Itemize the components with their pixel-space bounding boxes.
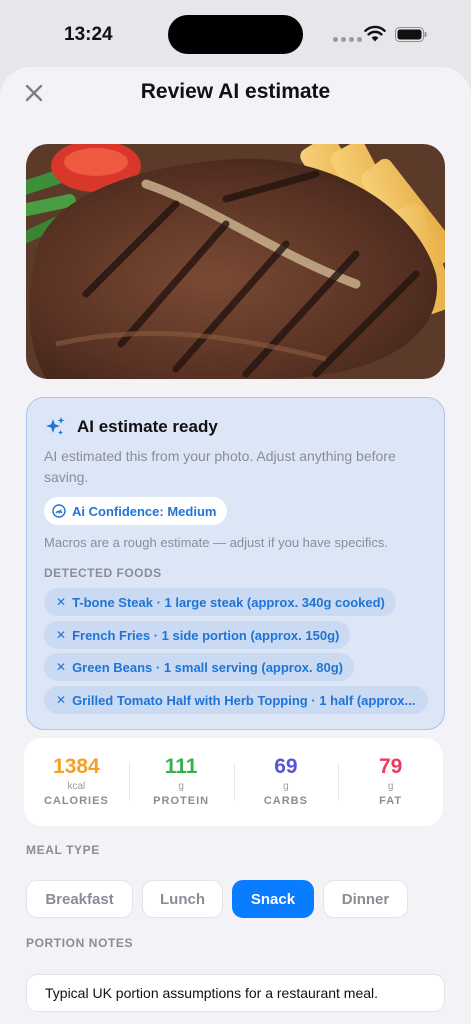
ai-card-description: AI estimated this from your photo. Adjus…: [44, 448, 396, 485]
meal-option-snack[interactable]: Snack: [232, 880, 314, 918]
food-chip[interactable]: ✕ T-bone Steak · 1 large steak (approx. …: [44, 588, 396, 616]
portion-notes-field[interactable]: Typical UK portion assumptions for a res…: [26, 974, 445, 1012]
meal-option-breakfast[interactable]: Breakfast: [26, 880, 133, 918]
macro-label: CARBS: [263, 795, 308, 807]
confidence-label: Ai Confidence: Medium: [72, 503, 217, 519]
macro-label: CALORIES: [43, 795, 109, 807]
food-chip[interactable]: ✕ French Fries · 1 side portion (approx.…: [44, 621, 351, 649]
food-chip-label: Green Beans · 1 small serving (approx. 8…: [72, 659, 343, 675]
cellular-signal-icon: [333, 37, 362, 42]
macro-value: 79: [378, 755, 403, 778]
macro-value: 111: [164, 755, 198, 778]
macro-label: FAT: [379, 795, 403, 807]
macros-summary: 1384 kcal CALORIES 111 g PROTEIN 69 g CA…: [24, 738, 443, 826]
food-chip-label: T-bone Steak · 1 large steak (approx. 34…: [72, 594, 385, 610]
remove-icon[interactable]: ✕: [56, 595, 66, 609]
gauge-icon: [52, 504, 66, 518]
remove-icon[interactable]: ✕: [56, 693, 66, 707]
sparkle-icon: [46, 417, 65, 435]
portion-notes-label: PORTION NOTES: [26, 936, 134, 950]
meal-type-label: MEAL TYPE: [26, 843, 100, 857]
macro-unit: kcal: [67, 781, 86, 792]
food-photo: [26, 144, 445, 379]
wifi-icon: [364, 25, 386, 42]
food-chip[interactable]: ✕ Grilled Tomato Half with Herb Topping …: [44, 686, 428, 714]
remove-icon[interactable]: ✕: [56, 660, 66, 674]
macro-unit: g: [387, 781, 394, 792]
meal-option-lunch[interactable]: Lunch: [142, 880, 223, 918]
food-chip-label: Grilled Tomato Half with Herb Topping · …: [72, 692, 416, 708]
battery-icon: [395, 27, 427, 42]
remove-icon[interactable]: ✕: [56, 628, 66, 642]
macro-label: PROTEIN: [153, 795, 210, 807]
macro-note: Macros are a rough estimate — adjust if …: [44, 535, 388, 550]
dynamic-island: [168, 15, 303, 54]
macro-value: 69: [274, 755, 298, 778]
macro-carbs: 69 g CARBS: [233, 738, 339, 826]
review-sheet: Review AI estimate AI estimate ready AI …: [0, 67, 471, 1024]
macro-fat: 79 g FAT: [338, 738, 443, 826]
confidence-badge: Ai Confidence: Medium: [44, 497, 228, 525]
ai-card-title: AI estimate ready: [77, 417, 218, 436]
detected-foods-label: DETECTED FOODS: [44, 566, 162, 580]
status-time: 13:24: [64, 24, 113, 45]
meal-option-dinner[interactable]: Dinner: [323, 880, 408, 918]
food-chip-label: French Fries · 1 side portion (approx. 1…: [72, 627, 340, 643]
page-title: Review AI estimate: [140, 80, 331, 103]
ai-estimate-card: AI estimate ready AI estimated this from…: [26, 397, 445, 730]
macro-unit: g: [178, 781, 184, 792]
food-chip[interactable]: ✕ Green Beans · 1 small serving (approx.…: [44, 653, 354, 681]
macro-protein: 111 g PROTEIN: [128, 738, 234, 826]
macro-value: 1384: [53, 755, 100, 778]
macro-unit: g: [283, 781, 289, 792]
macro-calories: 1384 kcal CALORIES: [24, 738, 129, 826]
status-bar: 13:24: [0, 0, 471, 66]
